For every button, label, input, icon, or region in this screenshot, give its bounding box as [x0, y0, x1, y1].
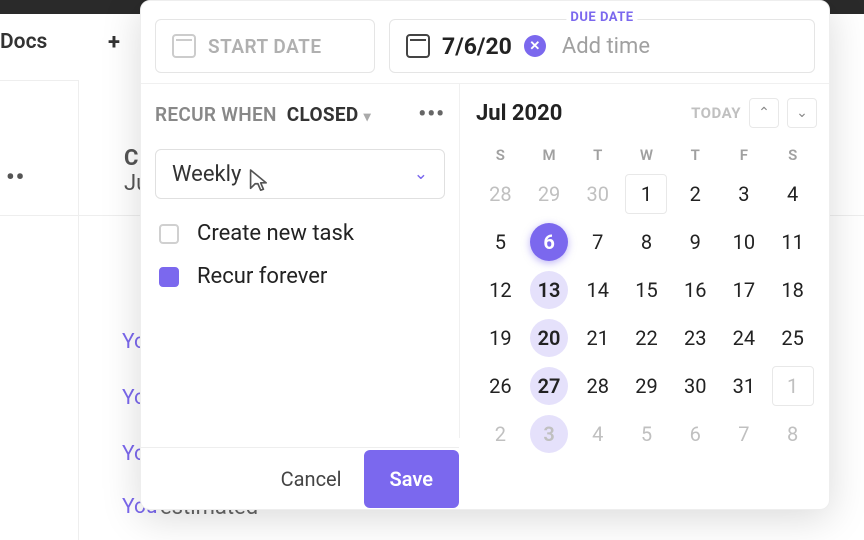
calendar-day[interactable]: 17: [720, 266, 769, 314]
recur-trigger-dropdown[interactable]: CLOSED ▾: [287, 103, 371, 126]
calendar-day[interactable]: 30: [573, 170, 622, 218]
weekday-label: F: [720, 136, 769, 170]
calendar-day[interactable]: 3: [720, 170, 769, 218]
calendar-grid: SMTWTFS 28293012345678910111213141516171…: [476, 136, 817, 458]
calendar-day[interactable]: 1: [622, 170, 671, 218]
calendar-day[interactable]: 12: [476, 266, 525, 314]
calendar-day[interactable]: 21: [573, 314, 622, 362]
bg-sidebar: [0, 80, 79, 540]
calendar-day[interactable]: 3: [525, 410, 574, 458]
weekday-label: W: [622, 136, 671, 170]
add-icon[interactable]: +: [108, 30, 120, 55]
weekday-label: S: [476, 136, 525, 170]
save-button[interactable]: Save: [364, 450, 459, 508]
due-date-value: 7/6/20: [442, 33, 512, 60]
date-picker-modal: START DATE DUE DATE 7/6/20 ✕ Add time RE…: [140, 0, 830, 510]
calendar-day[interactable]: 11: [768, 218, 817, 266]
weekday-label: S: [768, 136, 817, 170]
calendar-day[interactable]: 13: [525, 266, 574, 314]
weekday-label: T: [671, 136, 720, 170]
calendar-day[interactable]: 18: [768, 266, 817, 314]
calendar-day[interactable]: 29: [525, 170, 574, 218]
calendar-day[interactable]: 29: [622, 362, 671, 410]
calendar-day[interactable]: 2: [671, 170, 720, 218]
calendar-day[interactable]: 16: [671, 266, 720, 314]
calendar-day[interactable]: 28: [573, 362, 622, 410]
frequency-value: Weekly: [172, 162, 241, 187]
calendar-day[interactable]: 10: [720, 218, 769, 266]
calendar-day[interactable]: 9: [671, 218, 720, 266]
calendar-day[interactable]: 8: [622, 218, 671, 266]
due-date-field[interactable]: DUE DATE 7/6/20 ✕ Add time: [389, 19, 815, 73]
start-date-field[interactable]: START DATE: [155, 19, 375, 73]
calendar-day[interactable]: 25: [768, 314, 817, 362]
next-month-button[interactable]: ⌄: [787, 98, 817, 128]
cancel-button[interactable]: Cancel: [259, 467, 364, 491]
month-label: Jul 2020: [476, 101, 562, 126]
checkbox-checked-icon[interactable]: [159, 267, 179, 287]
calendar-panel: Jul 2020 TODAY ⌃ ⌄ SMTWTFS 2829301234567…: [459, 84, 829, 438]
calendar-day[interactable]: 2: [476, 410, 525, 458]
frequency-dropdown[interactable]: Weekly ⌄: [155, 149, 445, 199]
calendar-day[interactable]: 19: [476, 314, 525, 362]
cursor-pointer-icon: [246, 168, 268, 194]
calendar-day[interactable]: 5: [622, 410, 671, 458]
create-new-task-option[interactable]: Create new task: [155, 221, 445, 246]
calendar-day[interactable]: 23: [671, 314, 720, 362]
calendar-day[interactable]: 31: [720, 362, 769, 410]
calendar-day[interactable]: 8: [768, 410, 817, 458]
chevron-down-icon: ▾: [364, 109, 371, 125]
create-new-task-label: Create new task: [197, 221, 354, 246]
calendar-day[interactable]: 7: [720, 410, 769, 458]
add-time-button[interactable]: Add time: [562, 34, 650, 59]
due-date-label: DUE DATE: [566, 10, 637, 25]
recur-forever-option[interactable]: Recur forever: [155, 264, 445, 289]
calendar-day[interactable]: 6: [671, 410, 720, 458]
more-options-button[interactable]: •••: [418, 102, 445, 127]
clear-due-date-button[interactable]: ✕: [524, 35, 546, 57]
recur-panel: RECUR WHEN CLOSED ▾ ••• Weekly ⌄ Create …: [141, 84, 459, 438]
calendar-day[interactable]: 22: [622, 314, 671, 362]
bg-more-icon[interactable]: ••: [6, 163, 25, 191]
calendar-day[interactable]: 4: [573, 410, 622, 458]
calendar-day[interactable]: 6: [525, 218, 574, 266]
calendar-day[interactable]: 15: [622, 266, 671, 314]
checkbox-unchecked-icon[interactable]: [159, 224, 179, 244]
recur-when-label: RECUR WHEN: [155, 103, 277, 126]
calendar-day[interactable]: 24: [720, 314, 769, 362]
calendar-day[interactable]: 14: [573, 266, 622, 314]
calendar-day[interactable]: 4: [768, 170, 817, 218]
calendar-day[interactable]: 28: [476, 170, 525, 218]
today-button[interactable]: TODAY: [691, 104, 741, 122]
prev-month-button[interactable]: ⌃: [749, 98, 779, 128]
footer: Cancel Save: [141, 447, 459, 509]
start-date-placeholder: START DATE: [208, 35, 322, 58]
calendar-day[interactable]: 1: [768, 362, 817, 410]
calendar-day[interactable]: 30: [671, 362, 720, 410]
recur-forever-label: Recur forever: [197, 264, 327, 289]
bg-docs-label: Docs: [0, 30, 47, 54]
calendar-day[interactable]: 5: [476, 218, 525, 266]
chevron-down-icon: ⌄: [414, 164, 428, 184]
calendar-day[interactable]: 20: [525, 314, 574, 362]
calendar-day[interactable]: 27: [525, 362, 574, 410]
calendar-icon: [172, 34, 196, 58]
weekday-label: M: [525, 136, 574, 170]
calendar-day[interactable]: 7: [573, 218, 622, 266]
calendar-icon: [406, 34, 430, 58]
calendar-day[interactable]: 26: [476, 362, 525, 410]
weekday-label: T: [573, 136, 622, 170]
